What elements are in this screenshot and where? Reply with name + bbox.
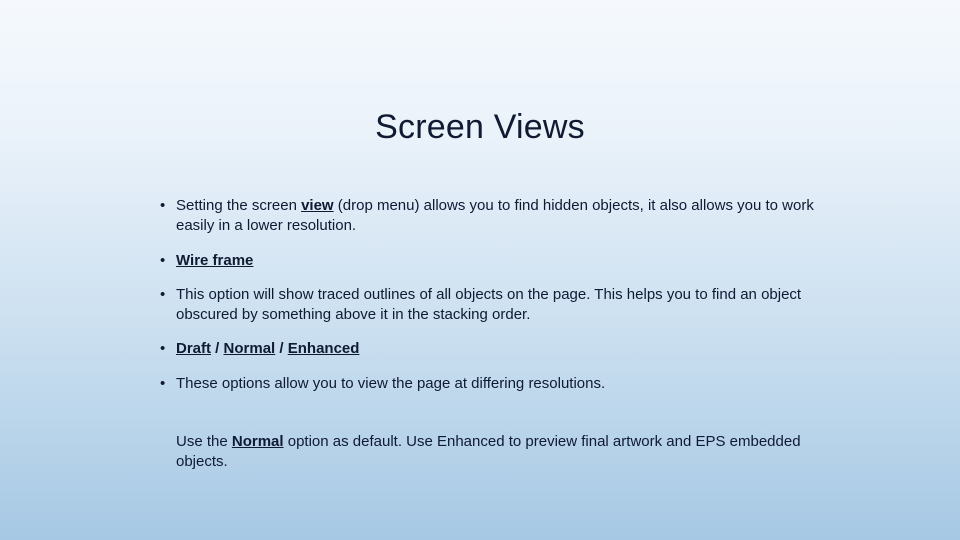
bullet-modes: Draft / Normal / Enhanced <box>160 339 820 359</box>
bullet-modes-desc: These options allow you to view the page… <box>160 374 820 394</box>
text: Setting the screen <box>176 197 301 214</box>
bullet-wireframe: Wire frame <box>160 251 820 271</box>
separator: / <box>211 340 224 357</box>
emphasis-enhanced: Enhanced <box>288 340 360 357</box>
bullet-list: Setting the screen view (drop menu) allo… <box>160 196 820 394</box>
emphasis-draft: Draft <box>176 340 211 357</box>
closing-paragraph: Use the Normal option as default. Use En… <box>176 432 820 473</box>
bullet-setting-view: Setting the screen view (drop menu) allo… <box>160 196 820 237</box>
separator: / <box>275 340 288 357</box>
emphasis-view: view <box>301 197 334 214</box>
text: These options allow you to view the page… <box>176 375 605 392</box>
emphasis-normal-default: Normal <box>232 433 284 450</box>
slide: Screen Views Setting the screen view (dr… <box>0 0 960 540</box>
emphasis-normal: Normal <box>224 340 276 357</box>
text: This option will show traced outlines of… <box>176 286 801 323</box>
bullet-wireframe-desc: This option will show traced outlines of… <box>160 285 820 326</box>
slide-body: Setting the screen view (drop menu) allo… <box>160 196 820 408</box>
slide-title: Screen Views <box>0 108 960 147</box>
text: Use the <box>176 433 232 450</box>
emphasis-wireframe: Wire frame <box>176 252 253 269</box>
